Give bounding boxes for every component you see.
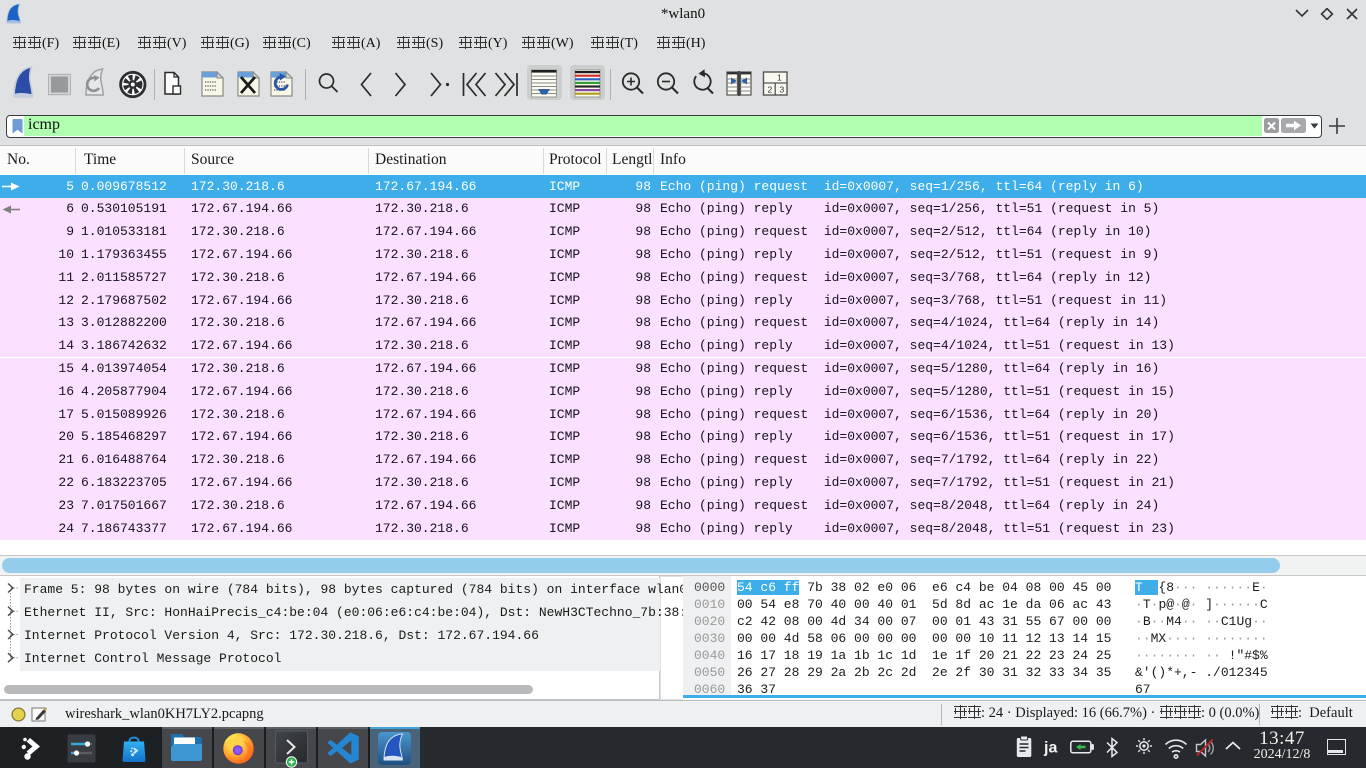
svg-text:2: 2	[768, 85, 773, 95]
svg-text:3: 3	[780, 85, 785, 95]
svg-text:1: 1	[777, 73, 782, 83]
svg-text:ja: ja	[1043, 740, 1057, 757]
